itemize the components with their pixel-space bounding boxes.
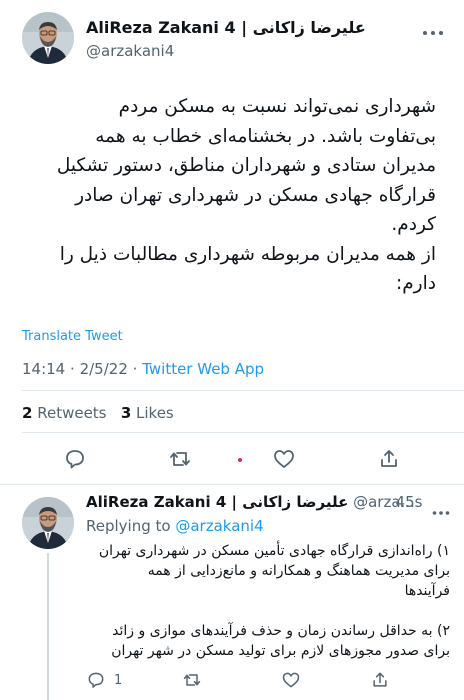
reply-line: برای مدیریت هماهنگ و همکارانه و مانع‌زدا… [147,563,450,579]
share-icon[interactable] [377,447,401,471]
tweet-source-link[interactable]: Twitter Web App [142,360,264,378]
reply-author-name[interactable]: AliReza Zakani 4 | علیرضا زاکانی [86,493,348,511]
reply-line: فرآیندها [404,583,450,599]
likes-stat[interactable]: 3 Likes [121,404,174,422]
replying-to-link[interactable]: @arzakani4 [175,517,263,535]
avatar-photo [22,497,74,549]
replying-to: Replying to @arzakani4 [86,517,264,535]
thread-line [47,553,49,700]
likes-count: 3 [120,404,132,422]
reply-line: ۱) راه‌اندازی قرارگاه جهادی تأمین مسکن د… [98,543,450,559]
reply-line: ۲) به حداقل رساندن زمان و حذف فرآیندهای … [112,623,450,639]
translate-tweet-link[interactable]: Translate Tweet [22,329,123,344]
reply-icon[interactable] [86,670,106,690]
share-icon[interactable] [370,670,390,690]
reply-tweet[interactable]: AliReza Zakani 4 | علیرضا زاکانی @arza..… [0,485,464,700]
tweet-body: شهرداری نمی‌تواند نسبت به مسکن مردم بی‌ت… [16,92,436,299]
meta-separator: · [132,360,138,378]
avatar-photo [22,12,74,64]
retweets-count: 2 [22,404,33,422]
tweet-date[interactable]: 2/5/22 [80,360,128,378]
heart-icon[interactable] [272,447,296,471]
reply-line: برای صدور مجوزهای لازم برای تولید مسکن د… [111,643,450,659]
engagement-stats: 2 Retweets 3 Likes [22,404,174,422]
reply-icon[interactable] [63,447,87,471]
tweet-line: قرارگاه جهادی مسکن در شهرداری تهران صادر [75,184,436,206]
tweet-line: مدیران ستادی و شهرداران مناطق، دستور تشک… [56,155,436,176]
reply-author-avatar[interactable] [22,497,74,549]
tweet-line: دارم: [396,273,436,294]
reply-body: ۱) راه‌اندازی قرارگاه جهادی تأمین مسکن د… [86,541,450,661]
tweet-meta: 14:14 · 2/5/22 · Twitter Web App [22,360,264,378]
meta-separator: · [70,360,75,378]
tweet-time[interactable]: 14:14 [22,360,65,378]
retweet-icon[interactable] [168,447,192,471]
reply-time[interactable]: · 45s [386,493,422,511]
tweet-line: کردم. [391,214,436,235]
notification-dot [238,458,242,462]
more-horizontal-icon[interactable] [432,501,450,515]
retweet-icon[interactable] [182,670,202,690]
likes-label: Likes [136,404,174,422]
divider [22,390,464,391]
tweet-line: بی‌تفاوت باشد. در بخشنامه‌ای خطاب به همه [95,125,436,147]
replying-prefix: Replying to [86,517,171,535]
author-handle[interactable]: @arzakani4 [86,42,174,60]
heart-icon[interactable] [281,670,301,690]
retweets-stat[interactable]: 2 Retweets [22,404,107,422]
author-name[interactable]: AliReza Zakani 4 | علیرضا زاکانی [86,18,366,37]
more-horizontal-icon[interactable] [422,22,444,35]
author-avatar[interactable] [22,12,74,64]
reply-count: 1 [114,673,123,688]
main-tweet: AliReza Zakani 4 | علیرضا زاکانی @arzaka… [0,0,464,485]
retweets-label: Retweets [37,404,107,422]
tweet-line: شهرداری نمی‌تواند نسبت به مسکن مردم [118,96,436,117]
divider [22,432,464,433]
reply-header: AliReza Zakani 4 | علیرضا زاکانی @arza..… [86,493,422,511]
tweet-line: از همه مدیران مربوطه شهرداری مطالبات ذیل… [59,243,436,265]
